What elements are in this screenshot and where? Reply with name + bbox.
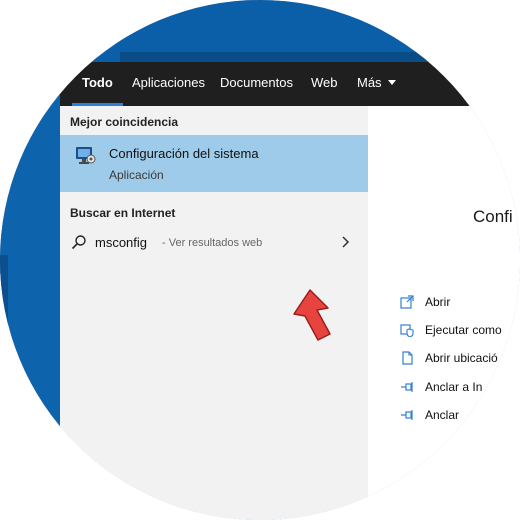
best-match-result[interactable]: Configuración del sistema Aplicación [60, 135, 368, 192]
action-pin-taskbar-label: Anclar [425, 408, 460, 422]
search-icon [71, 235, 86, 250]
tab-aplicaciones[interactable]: Aplicaciones [132, 62, 205, 106]
best-match-name: Configuración del sistema [109, 146, 259, 161]
desktop-left-inner [0, 255, 8, 490]
web-search-hint: - Ver resultados web [162, 237, 263, 249]
open-icon [400, 295, 414, 309]
web-search-result[interactable]: msconfig - Ver resultados web [60, 226, 368, 260]
system-config-icon [76, 147, 96, 164]
file-location-icon [402, 351, 413, 365]
desktop-top-area [0, 0, 520, 62]
action-pin-start-label: Anclar a In [425, 380, 483, 394]
pointer-arrow-icon [293, 289, 331, 341]
tab-todo[interactable]: Todo [72, 62, 123, 106]
pin-icon [401, 410, 413, 420]
pin-icon [401, 382, 413, 392]
tab-mas-label: Más [357, 75, 382, 90]
tab-documentos[interactable]: Documentos [220, 62, 293, 106]
tab-web[interactable]: Web [311, 62, 338, 106]
tab-mas[interactable]: Más [357, 62, 396, 106]
chevron-down-icon [387, 80, 396, 85]
action-open-location-label: Abrir ubicació [425, 351, 498, 365]
action-open-label: Abrir [425, 295, 451, 309]
desktop-stripe [120, 52, 520, 62]
start-search-menu: Todo Aplicaciones Documentos Web Más Mej… [60, 62, 520, 520]
detail-pane: Confi Abrir Ejecutar como Abrir ubicació… [368, 106, 520, 520]
best-match-type: Aplicación [109, 168, 164, 182]
magnifier-lens: Todo Aplicaciones Documentos Web Más Mej… [0, 0, 520, 520]
internet-heading: Buscar en Internet [70, 206, 176, 220]
search-tab-bar: Todo Aplicaciones Documentos Web Más [60, 62, 520, 106]
desktop-left-area [0, 0, 60, 520]
detail-title: Confi [473, 207, 513, 226]
best-match-heading: Mejor coincidencia [70, 115, 179, 129]
action-run-as-label: Ejecutar como [425, 323, 502, 337]
results-pane: Mejor coincidencia Configuración del sis… [60, 106, 368, 520]
shield-icon [400, 324, 414, 337]
chevron-right-icon[interactable] [340, 235, 352, 249]
web-search-query: msconfig [95, 235, 148, 250]
